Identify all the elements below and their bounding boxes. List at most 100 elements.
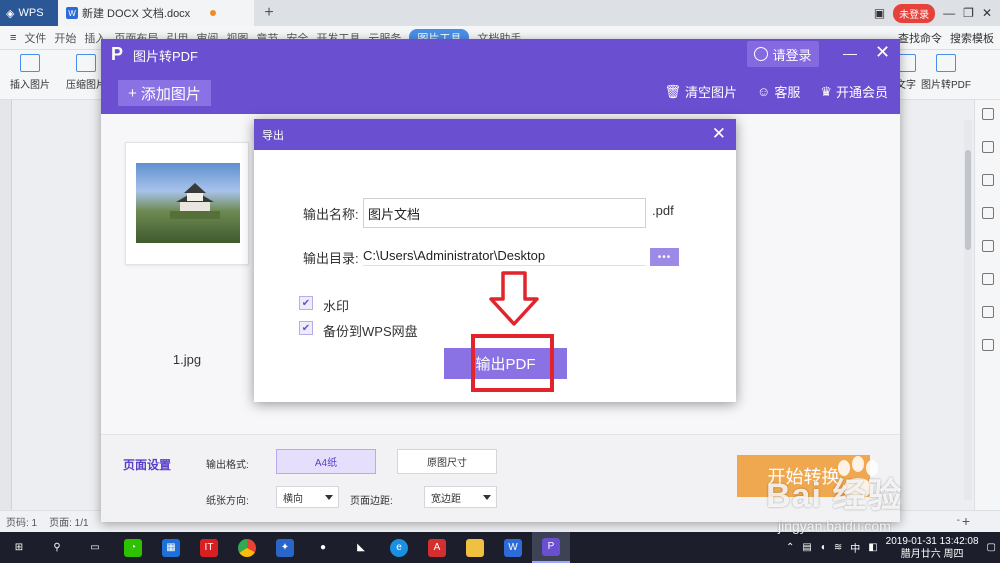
orientation-label: 纸张方向: bbox=[206, 496, 249, 507]
wps-writer-icon: W bbox=[504, 538, 522, 557]
wifi-icon[interactable]: ≋ bbox=[834, 542, 842, 553]
gallery-icon[interactable] bbox=[981, 240, 994, 252]
chrome-app[interactable] bbox=[228, 532, 266, 563]
news-icon: ✦ bbox=[276, 538, 294, 557]
word-doc-icon: W bbox=[66, 7, 78, 19]
search-icon: ⚲ bbox=[53, 542, 61, 553]
action-center-icon[interactable]: ▢ bbox=[987, 542, 996, 553]
pdf-window-title: 图片转PDF bbox=[133, 49, 199, 64]
pdf-window-header: P 图片转PDF 请登录 — ✕ + 添加图片 🗑 清空图片 ☺ 客服 ♛ 开通会员 bbox=[101, 39, 900, 114]
shapes-icon[interactable] bbox=[981, 174, 994, 186]
file-explorer-app[interactable] bbox=[456, 532, 494, 563]
picture-icon bbox=[20, 54, 40, 72]
input-method[interactable]: 中 bbox=[850, 540, 860, 555]
search-template[interactable]: 搜索模板 bbox=[950, 30, 994, 46]
page-count: 页面: 1/1 bbox=[49, 518, 89, 529]
pdf-suffix: .pdf bbox=[652, 203, 674, 218]
pdf-converter-icon: P bbox=[542, 537, 560, 556]
news-app[interactable]: ✦ bbox=[266, 532, 304, 563]
fox-app[interactable]: ◣ bbox=[342, 532, 380, 563]
vertical-ruler bbox=[0, 100, 12, 510]
ie-app[interactable]: e bbox=[380, 532, 418, 563]
margin-select[interactable]: 宽边距 bbox=[424, 486, 497, 508]
menu-start[interactable]: 开始 bbox=[54, 30, 76, 46]
open-membership-button[interactable]: ♛ 开通会员 bbox=[820, 82, 888, 101]
window-layout-icon[interactable]: ▣ bbox=[874, 6, 885, 20]
menu-file[interactable]: 文件 bbox=[24, 30, 46, 46]
insert-picture-button[interactable]: 插入图片 bbox=[0, 54, 60, 91]
ie-icon: e bbox=[390, 538, 408, 557]
wps-home-tab[interactable]: ◈ WPS bbox=[0, 0, 58, 26]
scrollbar-thumb[interactable] bbox=[965, 150, 971, 250]
maximize-icon[interactable]: ❐ bbox=[963, 6, 974, 20]
search-button[interactable]: ⚲ bbox=[38, 532, 76, 563]
notification-badge-icon[interactable]: ◧ bbox=[868, 542, 877, 553]
compress-icon bbox=[76, 54, 96, 72]
network-icon[interactable]: ▤ bbox=[802, 542, 811, 553]
panel-icon[interactable] bbox=[981, 306, 994, 318]
pdf-close-icon[interactable]: ✕ bbox=[875, 42, 890, 63]
hamburger-icon[interactable]: ≡ bbox=[10, 32, 16, 44]
add-image-button[interactable]: + 添加图片 bbox=[118, 80, 211, 106]
trash-icon: 🗑 bbox=[664, 83, 682, 99]
start-button[interactable]: ⊞ bbox=[0, 532, 38, 563]
browse-directory-button[interactable]: ••• bbox=[650, 248, 679, 266]
unsaved-dot-icon bbox=[210, 10, 217, 16]
pdf-reader-app[interactable]: A bbox=[418, 532, 456, 563]
watermark-brand: Bai 经验 bbox=[766, 477, 903, 515]
customer-service-label: 客服 bbox=[774, 85, 801, 100]
tool-app[interactable]: IT bbox=[190, 532, 228, 563]
thumbnail-filename: 1.jpg bbox=[172, 352, 202, 367]
clear-images-button[interactable]: 🗑 清空图片 bbox=[665, 82, 738, 101]
calculator-app[interactable]: ▦ bbox=[152, 532, 190, 563]
volume-icon[interactable]: ◖ bbox=[820, 542, 826, 553]
picture-to-pdf-button[interactable]: 图片转PDF bbox=[916, 54, 976, 91]
cursor-icon[interactable] bbox=[981, 141, 994, 153]
page-settings-label: 页面设置 bbox=[123, 458, 172, 472]
login-badge[interactable]: 未登录 bbox=[893, 3, 936, 23]
output-name-input[interactable]: 图片文档 bbox=[363, 198, 646, 228]
new-tab-button[interactable]: + bbox=[254, 4, 284, 22]
document-scrollbar[interactable] bbox=[964, 120, 972, 500]
customer-service-button[interactable]: ☺ 客服 bbox=[757, 82, 800, 101]
castle-photo-thumbnail bbox=[136, 163, 240, 243]
wechat-app[interactable]: ◔ bbox=[114, 532, 152, 563]
chevron-up-icon[interactable]: ⌃ bbox=[786, 542, 794, 553]
pdf-minimize-icon[interactable]: — bbox=[843, 45, 857, 61]
output-dir-field[interactable]: C:\Users\Administrator\Desktop bbox=[363, 248, 646, 266]
calculator-icon: ▦ bbox=[162, 538, 180, 557]
pdf-converter-app[interactable]: P bbox=[532, 532, 570, 563]
wps-writer-app[interactable]: W bbox=[494, 532, 532, 563]
qq-app[interactable]: ● bbox=[304, 532, 342, 563]
document-tab-label: 新建 DOCX 文档.docx bbox=[82, 8, 191, 20]
baidu-jingyan-watermark: Bai 经验 jingyan.baidu.com bbox=[760, 452, 980, 542]
watermark-url: jingyan.baidu.com bbox=[778, 518, 891, 534]
minimize-icon[interactable]: — bbox=[943, 6, 955, 20]
copy-icon[interactable] bbox=[981, 207, 994, 219]
picture-to-pdf-label: 图片转PDF bbox=[921, 80, 971, 91]
wps-logo-icon: ◈ bbox=[6, 7, 15, 20]
format-a4-button[interactable]: A4纸 bbox=[276, 449, 376, 474]
pen-icon[interactable] bbox=[981, 108, 994, 120]
help-icon[interactable] bbox=[981, 339, 994, 351]
insert-picture-label: 插入图片 bbox=[10, 80, 50, 91]
close-icon[interactable]: ✕ bbox=[982, 6, 992, 20]
dialog-close-icon[interactable]: ✕ bbox=[712, 124, 726, 144]
document-tab[interactable]: W 新建 DOCX 文档.docx bbox=[58, 0, 254, 26]
login-button[interactable]: 请登录 bbox=[747, 41, 819, 67]
image-thumbnail-card[interactable] bbox=[125, 142, 249, 265]
add-image-label: 添加图片 bbox=[140, 85, 201, 103]
red-arrow-annotation bbox=[489, 271, 539, 326]
login-label: 请登录 bbox=[772, 47, 812, 63]
pdf-logo-icon: P bbox=[111, 44, 124, 64]
watermark-checkbox[interactable]: ✔ bbox=[299, 296, 313, 310]
orientation-select[interactable]: 横向 bbox=[276, 486, 339, 508]
format-original-button[interactable]: 原图尺寸 bbox=[397, 449, 497, 474]
compress-picture-label: 压缩图片 bbox=[66, 80, 106, 91]
caret-down-icon bbox=[483, 495, 491, 500]
share-icon[interactable] bbox=[981, 273, 994, 285]
task-view-button[interactable]: ▭ bbox=[76, 532, 114, 563]
backup-checkbox[interactable]: ✔ bbox=[299, 321, 313, 335]
find-command[interactable]: 查找命令 bbox=[898, 30, 942, 46]
crown-icon: ♛ bbox=[820, 83, 832, 99]
